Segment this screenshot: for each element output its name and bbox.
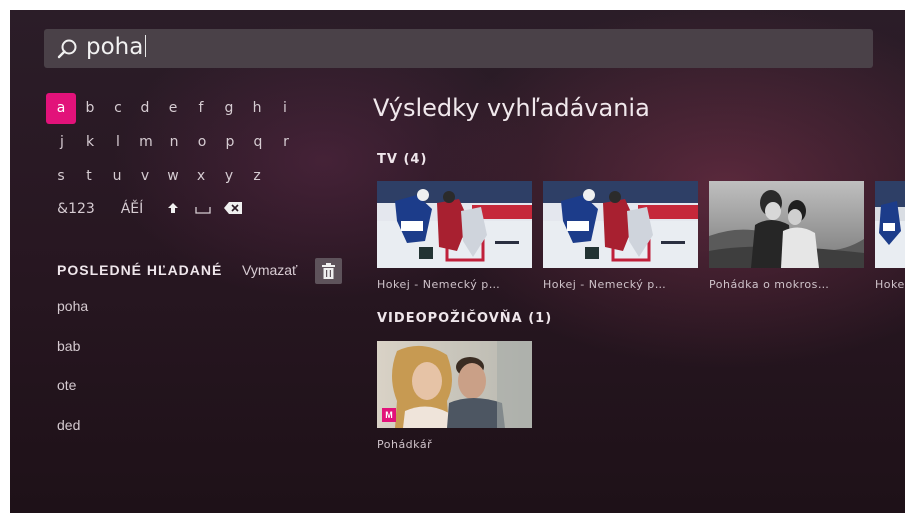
text-caret bbox=[145, 35, 147, 57]
key-e[interactable]: e bbox=[158, 93, 188, 123]
tv-result-caption: Pohádka o mokros… bbox=[709, 278, 830, 291]
key-m[interactable]: m bbox=[131, 127, 161, 157]
tv-result-thumbnail[interactable] bbox=[875, 181, 905, 268]
key-j[interactable]: j bbox=[47, 127, 77, 157]
space-icon bbox=[195, 207, 211, 214]
key-x[interactable]: x bbox=[186, 161, 216, 191]
vod-badge: M bbox=[382, 408, 396, 422]
tv-result-thumbnail[interactable] bbox=[377, 181, 532, 268]
key-w[interactable]: w bbox=[158, 161, 188, 191]
key-t[interactable]: t bbox=[74, 161, 104, 191]
recent-searches-heading: POSLEDNÉ HĽADANÉ bbox=[57, 262, 223, 278]
recent-search-item[interactable]: ote bbox=[57, 377, 76, 393]
key-o[interactable]: o bbox=[187, 127, 217, 157]
tv-result-thumbnail[interactable] bbox=[709, 181, 864, 268]
search-query: poha bbox=[86, 34, 144, 60]
key-f[interactable]: f bbox=[186, 93, 216, 123]
key-shift[interactable] bbox=[161, 194, 185, 224]
movie-poster-image bbox=[377, 341, 532, 428]
tv-section-heading: TV (4) bbox=[377, 152, 428, 167]
key-c[interactable]: c bbox=[103, 93, 133, 123]
key-p[interactable]: p bbox=[215, 127, 245, 157]
tv-search-screen: poha a b c d e f g h i j k l m n o p q r… bbox=[10, 10, 905, 513]
results-heading: Výsledky vyhľadávania bbox=[373, 94, 650, 122]
search-input[interactable]: poha bbox=[86, 34, 147, 60]
recent-search-item[interactable]: bab bbox=[57, 338, 80, 354]
key-r[interactable]: r bbox=[271, 127, 301, 157]
backspace-icon bbox=[224, 202, 242, 214]
tv-result-caption: Hokej - Nemecký p… bbox=[377, 278, 501, 291]
key-h[interactable]: h bbox=[242, 93, 272, 123]
search-bar[interactable]: poha bbox=[44, 29, 873, 68]
key-accents[interactable]: ÁĚÍ bbox=[114, 194, 150, 224]
key-b[interactable]: b bbox=[75, 93, 105, 123]
key-a[interactable]: a bbox=[46, 93, 76, 124]
key-s[interactable]: s bbox=[46, 161, 76, 191]
film-still-image bbox=[709, 181, 864, 268]
key-i[interactable]: i bbox=[270, 93, 300, 123]
key-u[interactable]: u bbox=[102, 161, 132, 191]
key-q[interactable]: q bbox=[243, 127, 273, 157]
clear-history-button[interactable] bbox=[315, 258, 342, 284]
key-l[interactable]: l bbox=[103, 127, 133, 157]
trash-icon bbox=[322, 263, 335, 279]
key-n[interactable]: n bbox=[159, 127, 189, 157]
key-v[interactable]: v bbox=[130, 161, 160, 191]
vod-section-heading: VIDEOPOŽIČOVŇA (1) bbox=[377, 311, 553, 326]
recent-search-item[interactable]: poha bbox=[57, 298, 88, 314]
hockey-image bbox=[543, 181, 698, 268]
key-space[interactable] bbox=[190, 194, 216, 224]
key-z[interactable]: z bbox=[242, 161, 272, 191]
vod-result-thumbnail[interactable]: M bbox=[377, 341, 532, 428]
hockey-image bbox=[875, 181, 905, 268]
tv-result-caption: Hoke bbox=[875, 278, 905, 291]
shift-arrow-icon bbox=[168, 203, 178, 213]
hockey-image bbox=[377, 181, 532, 268]
key-g[interactable]: g bbox=[214, 93, 244, 123]
key-numbers[interactable]: &123 bbox=[54, 194, 98, 224]
vod-result-caption: Pohádkář bbox=[377, 438, 433, 451]
key-d[interactable]: d bbox=[130, 93, 160, 123]
tv-result-caption: Hokej - Nemecký p… bbox=[543, 278, 667, 291]
clear-history-label: Vymazať bbox=[242, 262, 298, 278]
key-backspace[interactable] bbox=[220, 194, 246, 224]
recent-search-item[interactable]: ded bbox=[57, 417, 80, 433]
key-k[interactable]: k bbox=[75, 127, 105, 157]
tv-result-thumbnail[interactable] bbox=[543, 181, 698, 268]
search-icon bbox=[57, 39, 77, 59]
key-y[interactable]: y bbox=[214, 161, 244, 191]
